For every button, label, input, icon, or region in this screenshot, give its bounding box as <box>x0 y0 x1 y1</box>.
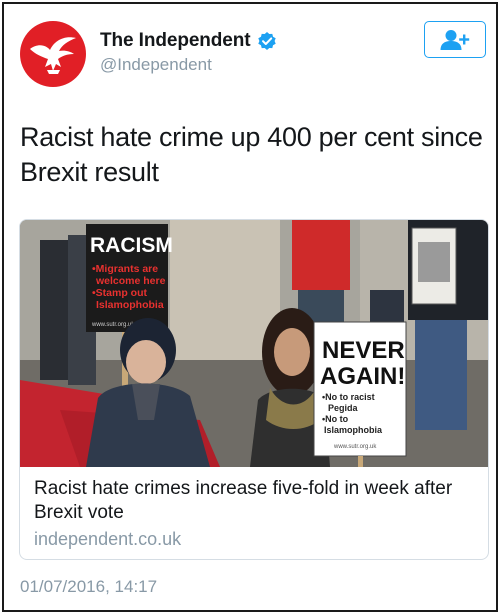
sign-left-line-2: welcome here <box>95 275 166 287</box>
link-card[interactable]: RACISM •Migrants are welcome here •Stamp… <box>19 219 489 560</box>
tweet-timestamp[interactable]: 01/07/2016, 14:17 <box>20 577 157 597</box>
card-title[interactable]: Racist hate crimes increase five-fold in… <box>34 477 474 525</box>
sign-right-line-1: •No to racist <box>322 392 375 402</box>
sign-right-heading-2: AGAIN! <box>320 363 405 390</box>
sign-right-heading-1: NEVER <box>322 337 405 364</box>
sign-right-footer: www.sutr.org.uk <box>333 444 377 450</box>
avatar[interactable] <box>20 21 86 87</box>
tweet-text: Racist hate crime up 400 per cent since … <box>20 122 483 187</box>
sign-left-line-4: Islamophobia <box>96 299 164 311</box>
author-name-row: The Independent <box>100 30 277 52</box>
sign-left-heading: RACISM <box>90 234 173 257</box>
tweet-frame: The Independent @Independent Racist hate… <box>2 2 498 612</box>
eagle-logo-icon <box>30 37 76 74</box>
follow-button[interactable] <box>424 21 486 58</box>
card-image[interactable]: RACISM •Migrants are welcome here •Stamp… <box>20 220 488 467</box>
card-domain[interactable]: independent.co.uk <box>34 529 181 550</box>
verified-badge-icon <box>257 32 276 50</box>
sign-right-line-2: Pegida <box>328 403 359 413</box>
author-display-name[interactable]: The Independent <box>100 30 251 52</box>
sign-left-line-3: •Stamp out <box>92 287 148 299</box>
sign-right-line-3: •No to <box>322 414 349 424</box>
sign-left-line-1: •Migrants are <box>92 263 158 275</box>
add-user-icon <box>440 29 470 50</box>
author-handle[interactable]: @Independent <box>100 55 212 75</box>
sign-right-line-4: Islamophobia <box>324 425 383 435</box>
